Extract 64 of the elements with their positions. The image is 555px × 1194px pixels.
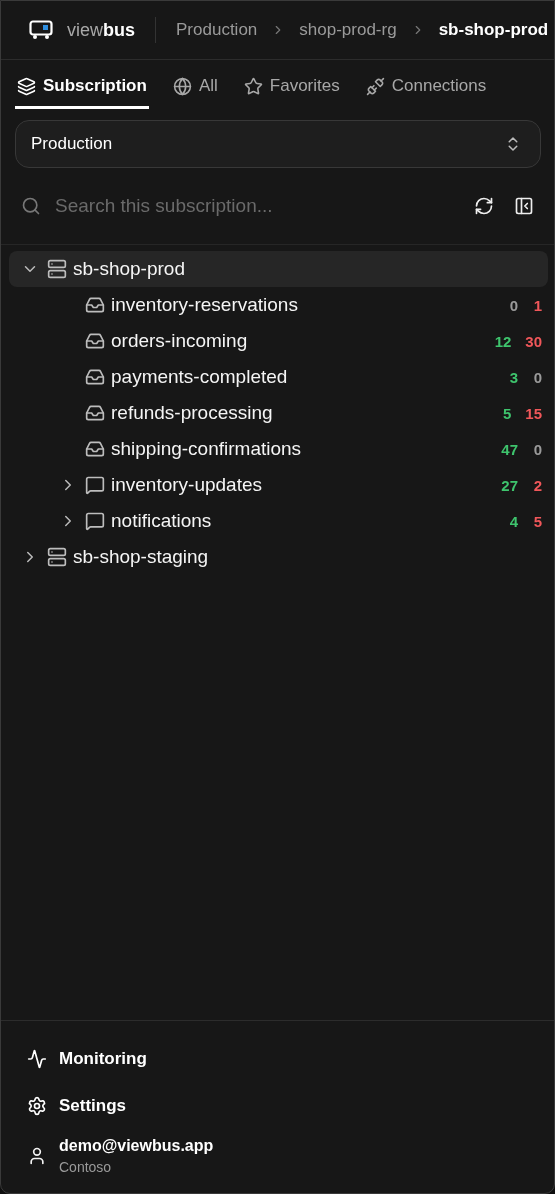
user-organization: Contoso [59,1159,113,1175]
plug-icon [365,76,385,96]
search-field[interactable]: Search this subscription... [53,194,458,218]
inbox-icon [85,403,105,423]
inbox-icon [85,295,105,315]
message-count: 5 [501,404,512,422]
settings-icon [27,1095,47,1116]
tab[interactable]: Favorites [241,76,342,109]
message-count: 4 [508,512,518,530]
message-count: 30 [525,332,542,350]
tree-item[interactable]: inventory-updates 27 2 [9,467,548,503]
tree-item-label: inventory-updates [111,474,264,496]
tree-item[interactable]: sb-shop-prod [9,251,548,287]
user-email: demo@viewbus.app [59,1137,214,1155]
breadcrumb[interactable]: shop-prod-rg [299,20,397,40]
breadcrumb[interactable]: Production [176,20,258,40]
tree-item[interactable]: notifications 4 5 [9,503,548,539]
inbox-icon [85,439,105,459]
tree-item-label: notifications [111,510,213,532]
tree-item[interactable]: inventory-reservations 0 1 [9,287,548,323]
chat-bubble-icon [85,475,105,495]
message-count: 1 [532,296,542,314]
tab[interactable]: Connections [363,76,489,109]
inbox-icon [85,367,105,387]
tree-item-label: shipping-confirmations [111,438,303,460]
message-count: 3 [508,368,518,386]
subscription-select[interactable]: Production [15,120,541,168]
tree-item-label: payments-completed [111,366,289,388]
message-count: 0 [508,296,518,314]
search-icon [21,196,41,216]
tree-item-label: inventory-reservations [111,294,299,316]
breadcrumb[interactable]: sb-shop-prod [438,20,549,40]
message-count: 47 [501,440,518,458]
star-icon [243,76,263,96]
tab[interactable]: Subscription [15,76,149,109]
tree-item-label: sb-shop-prod [73,258,186,280]
user-icon [27,1146,47,1166]
bus-logo-icon [29,20,53,40]
footer-link[interactable]: Monitoring [27,1035,554,1082]
tree-item-label: orders-incoming [111,330,249,352]
tree-item[interactable]: shipping-confirmations 47 0 [9,431,548,467]
inbox-icon [85,331,105,351]
server-icon [47,259,67,279]
message-count: 15 [525,404,542,422]
app-logo: viewbus [67,19,136,41]
message-count: 5 [532,512,542,530]
tree-item[interactable]: refunds-processing 5 15 [9,395,548,431]
tree-item-label: sb-shop-staging [73,546,210,568]
tree-item[interactable]: orders-incoming 12 30 [9,323,548,359]
tree-item[interactable]: payments-completed 3 0 [9,359,548,395]
server-icon [47,547,67,567]
activity-icon [27,1048,47,1069]
message-count: 27 [501,476,518,494]
tab[interactable]: All [170,76,220,109]
globe-icon [172,76,192,96]
chat-bubble-icon [85,511,105,531]
footer-link[interactable]: Settings [27,1082,554,1129]
layers-icon [17,76,36,96]
message-count: 0 [532,440,542,458]
message-count: 0 [532,368,542,386]
tree-item[interactable]: sb-shop-staging [9,539,548,575]
tree-item-label: refunds-processing [111,402,274,424]
message-count: 2 [532,476,542,494]
message-count: 12 [494,332,512,350]
